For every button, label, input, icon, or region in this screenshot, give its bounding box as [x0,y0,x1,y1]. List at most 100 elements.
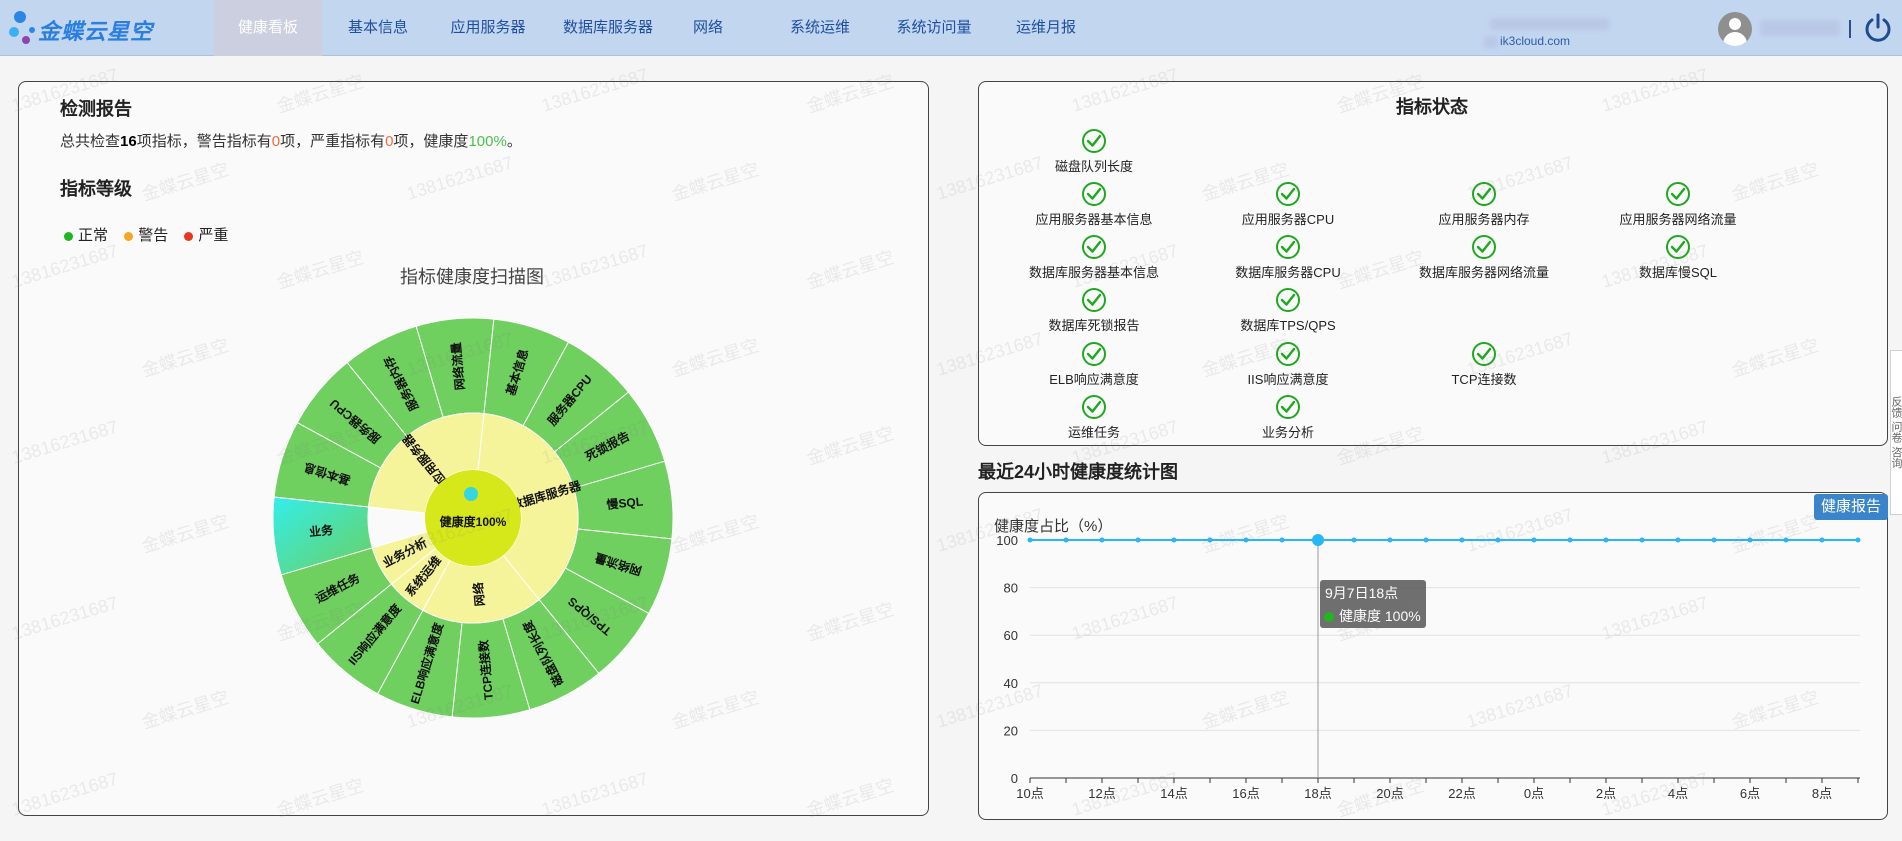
data-point[interactable] [1207,537,1213,543]
data-point[interactable] [1783,537,1789,543]
data-point[interactable] [1171,537,1177,543]
status-item-label: 运维任务 [1067,425,1120,440]
y-tick-label: 60 [1004,628,1018,643]
data-point[interactable] [1063,537,1069,543]
sunburst-center-marker [464,487,478,501]
data-point[interactable] [1855,537,1861,543]
status-item-label: 数据库死锁报告 [1048,318,1140,333]
top-nav-bar: 金蝶云星空 健康看板 基本信息 应用服务器 数据库服务器 网络 系统运维 系统访… [0,0,1902,56]
status-item[interactable]: IIS响应满意度 [1198,341,1378,388]
health-value: 100% [468,133,507,150]
x-tick-label: 12点 [1088,786,1115,801]
legend-label: 正常 [78,227,109,244]
status-item[interactable]: 数据库死锁报告 [1004,287,1184,334]
x-tick-label: 22点 [1448,786,1475,801]
sunburst-title: 指标健康度扫描图 [400,267,544,287]
nav-item-monthly[interactable]: 运维月报 [996,0,1096,56]
legend-severe[interactable]: 严重 [184,227,228,244]
data-point[interactable] [1495,537,1501,543]
data-point[interactable] [1423,537,1429,543]
check-circle-icon [1472,182,1496,206]
x-tick-label: 10点 [1016,786,1043,801]
nav-item-ops[interactable]: 系统运维 [770,0,870,56]
legend-dot [184,231,194,241]
data-point[interactable] [1567,537,1573,543]
tooltip-title: 9月7日18点 [1325,585,1398,601]
avatar[interactable] [1718,12,1752,46]
health-line-chart[interactable]: 健康度占比（%）02040608010010点 12点 14点 16点 18点 20点 22… [978,510,1888,820]
legend-warning[interactable]: 警告 [124,227,168,244]
status-item-label: TCP连接数 [1451,372,1517,387]
status-item[interactable]: 应用服务器网络流量 [1588,181,1768,228]
blurred-user-info [1490,18,1610,30]
status-item[interactable]: 应用服务器基本信息 [1004,181,1184,228]
check-circle-icon [1666,182,1690,206]
data-point[interactable] [1027,537,1033,543]
tooltip-value: 健康度 100% [1339,608,1421,624]
data-point[interactable] [1243,537,1249,543]
nav-item-health-board[interactable]: 健康看板 [214,0,322,56]
status-item[interactable]: 磁盘队列长度 [1004,128,1184,175]
nav-item-db-server[interactable]: 数据库服务器 [546,0,670,56]
data-point[interactable] [1675,537,1681,543]
x-tick-label: 16点 [1232,786,1259,801]
x-tick-label: 14点 [1160,786,1187,801]
chart-tooltip: 9月7日18点健康度 100% [1320,580,1426,628]
y-tick-label: 0 [1011,771,1018,786]
summary-text: 项，健康度 [393,133,469,150]
data-point[interactable] [1459,537,1465,543]
status-item-label: ELB响应满意度 [1049,372,1139,387]
nav-item-basic-info[interactable]: 基本信息 [328,0,428,56]
check-circle-icon [1666,235,1690,259]
data-point[interactable] [1711,537,1717,543]
status-item[interactable]: 数据库TPS/QPS [1198,287,1378,334]
status-item-label: 磁盘队列长度 [1054,159,1133,174]
data-point[interactable] [1531,537,1537,543]
legend-label: 警告 [138,227,169,244]
legend-dot [64,231,73,241]
x-tick-label: 8点 [1812,786,1832,801]
nav-item-app-server[interactable]: 应用服务器 [436,0,540,56]
health-report-button[interactable]: 健康报告 [1814,494,1888,520]
status-item[interactable]: 数据库服务器CPU [1198,234,1378,281]
status-item[interactable]: 数据库服务器网络流量 [1394,234,1574,281]
sunburst-chart[interactable]: 基本信息服务器CPU服务器内存 网络流量 基本信息服务器CPU死锁报告慢SQL网络流… [200,300,760,740]
logo[interactable]: 金蝶云星空 [8,10,198,46]
check-circle-icon [1082,395,1106,419]
check-circle-icon [1082,182,1106,206]
data-point[interactable] [1747,537,1753,543]
status-item[interactable]: 应用服务器内存 [1394,181,1574,228]
status-item[interactable]: TCP连接数 [1394,341,1574,388]
status-item[interactable]: 应用服务器CPU [1198,181,1378,228]
cloud-url[interactable]: ik3cloud.com [1500,34,1570,48]
y-tick-label: 40 [1004,676,1018,691]
status-item-label: 应用服务器内存 [1438,212,1530,227]
sunburst-middle-label: 网络 [470,582,487,607]
data-point[interactable] [1099,537,1105,543]
status-item[interactable]: 数据库服务器基本信息 [1004,234,1184,281]
data-point[interactable] [1639,537,1645,543]
summary-text: 总共检查 [60,133,121,150]
data-point[interactable] [1603,537,1609,543]
data-point[interactable] [1135,537,1141,543]
x-tick-label: 2点 [1596,786,1616,801]
status-item[interactable]: 业务分析 [1198,394,1378,441]
power-icon[interactable] [1862,12,1894,44]
check-circle-icon [1082,129,1106,153]
nav-item-network[interactable]: 网络 [676,0,740,56]
data-point[interactable] [1312,534,1324,546]
summary-text: 项指标，警告指标有 [136,133,272,150]
legend-normal[interactable]: 正常 [64,227,108,244]
data-point[interactable] [1279,537,1285,543]
nav-item-visits[interactable]: 系统访问量 [878,0,990,56]
data-point[interactable] [1351,537,1357,543]
status-item[interactable]: 运维任务 [1004,394,1184,441]
status-item[interactable]: 数据库慢SQL [1588,234,1768,281]
status-item-label: 数据库服务器网络流量 [1418,265,1549,280]
feedback-side-tab[interactable]: 反馈 问卷 咨询 [1890,350,1902,515]
data-point[interactable] [1387,537,1393,543]
y-tick-label: 100 [996,533,1018,548]
data-point[interactable] [1819,537,1825,543]
x-tick-label: 0点 [1524,786,1544,801]
status-item[interactable]: ELB响应满意度 [1004,341,1184,388]
